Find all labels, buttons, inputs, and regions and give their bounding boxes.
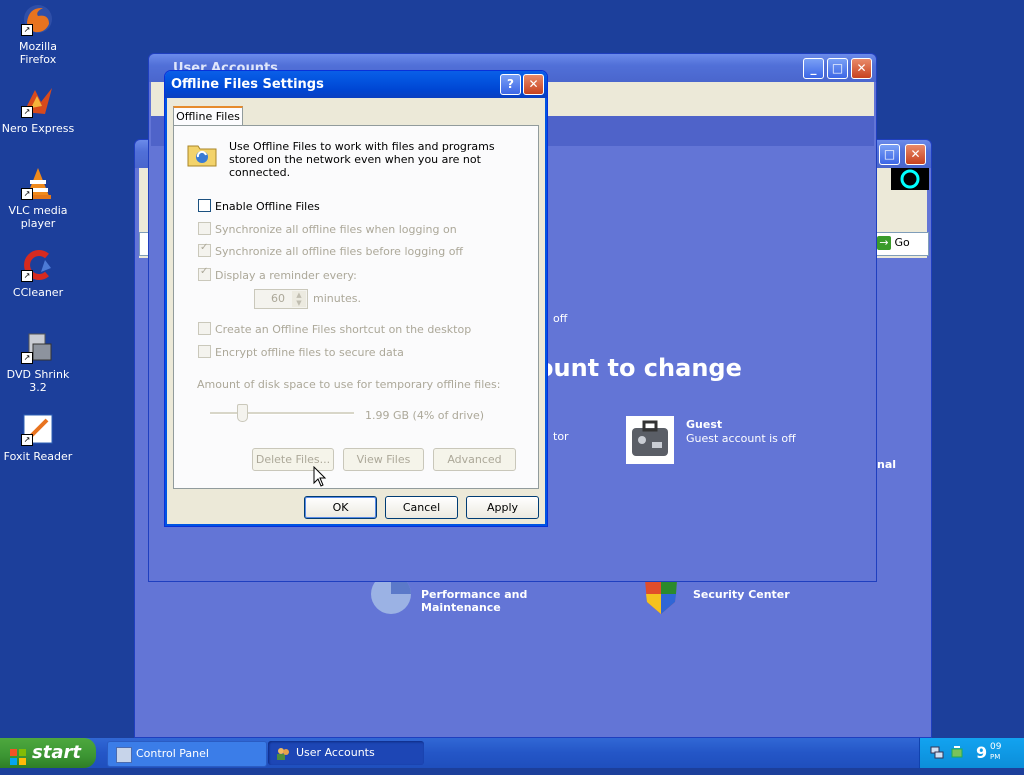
checkbox-label: Enable Offline Files	[215, 200, 320, 213]
checkbox-label: Encrypt offline files to secure data	[215, 346, 404, 359]
maximize-button[interactable]: □	[879, 144, 900, 165]
guest-account-tile[interactable]: Guest Guest account is off	[626, 416, 866, 466]
sync-logon-checkbox[interactable]: Synchronize all offline files when loggi…	[198, 222, 457, 236]
nero-icon: ↗	[21, 84, 55, 118]
reminder-minutes-spinner[interactable]: 60 ▲ ▼	[254, 289, 308, 309]
advanced-button[interactable]: Advanced	[433, 448, 516, 471]
dialog-titlebar[interactable]: Offline Files Settings	[165, 71, 547, 98]
desktop-icon-label: VLC media player	[8, 204, 68, 230]
desktop-icon-firefox[interactable]: ↗ Mozilla Firefox	[0, 2, 76, 66]
network-icon[interactable]	[930, 745, 944, 759]
desktop-icon-foxit[interactable]: ↗ Foxit Reader	[0, 412, 76, 463]
close-button[interactable]: ✕	[905, 144, 926, 165]
desktop-icon-label: Nero Express	[1, 122, 75, 135]
clock[interactable]: 9 09 PM	[976, 740, 1022, 766]
firefox-icon: ↗	[21, 2, 55, 36]
checkbox-label: Synchronize all offline files before log…	[215, 245, 464, 258]
desktop-icon-dvdshrink[interactable]: ↗ DVD Shrink 3.2	[0, 330, 76, 394]
checkbox-box[interactable]	[198, 199, 211, 212]
help-button[interactable]: ?	[500, 74, 521, 95]
go-arrow-icon: →	[877, 236, 891, 250]
desktop-icon-label: CCleaner	[12, 286, 64, 299]
taskbar-item-user-accounts[interactable]: User Accounts	[268, 741, 424, 765]
start-label: start	[32, 742, 81, 763]
view-files-button[interactable]: View Files	[343, 448, 424, 471]
pick-account-heading: ount to change	[537, 354, 742, 382]
checkbox-label: Create an Offline Files shortcut on the …	[215, 323, 472, 336]
checkbox-box[interactable]	[198, 266, 211, 281]
windows-logo-icon	[10, 745, 26, 765]
control-panel-icon	[116, 747, 132, 763]
dialog-title: Offline Files Settings	[171, 77, 324, 92]
enable-offline-files-checkbox[interactable]: Enable Offline Files	[198, 199, 320, 213]
disk-space-slider[interactable]	[210, 404, 356, 424]
minutes-label: minutes.	[313, 292, 362, 305]
offline-folder-icon	[186, 140, 218, 168]
account-status-fragment: off	[553, 312, 568, 325]
taskbar-item-control-panel[interactable]: Control Panel	[107, 741, 267, 767]
guest-suitcase-icon	[626, 416, 674, 464]
intro-text: Use Offline Files to work with files and…	[229, 140, 495, 179]
clock-ampm: PM	[990, 753, 1001, 761]
checkbox-label: Synchronize all offline files when loggi…	[215, 223, 457, 236]
clock-hour: 9	[976, 743, 988, 762]
category-security[interactable]: Security Center	[643, 574, 843, 616]
desktop-icon-nero[interactable]: ↗ Nero Express	[0, 84, 76, 135]
disk-space-value: 1.99 GB (4% of drive)	[365, 409, 485, 422]
system-tray: 9 09 PM	[919, 738, 1024, 768]
minimize-button[interactable]: _	[803, 58, 824, 79]
sync-logoff-checkbox[interactable]: Synchronize all offline files before log…	[198, 242, 464, 258]
safely-remove-icon[interactable]	[950, 745, 964, 759]
desktop-icon-label: Mozilla Firefox	[19, 40, 57, 66]
reminder-checkbox[interactable]: Display a reminder every:	[198, 266, 357, 282]
close-button[interactable]: ✕	[523, 74, 544, 95]
security-label: Security Center	[693, 588, 790, 601]
checkbox-box[interactable]	[198, 242, 211, 257]
reminder-value: 60	[271, 292, 285, 305]
media-icon	[891, 168, 929, 190]
spinner-arrows-icon[interactable]: ▲ ▼	[292, 291, 306, 307]
vlc-cone-icon: ↗	[21, 166, 55, 200]
category-performance[interactable]: Performance and Maintenance	[369, 574, 609, 616]
go-label: Go	[894, 236, 910, 249]
disk-space-label: Amount of disk space to use for temporar…	[197, 378, 501, 391]
mouse-cursor-icon	[313, 465, 327, 491]
guest-status: Guest account is off	[686, 432, 796, 445]
account-type-fragment: nal	[877, 458, 897, 471]
desktop-icon-label: DVD Shrink 3.2	[6, 368, 70, 394]
close-button[interactable]: ✕	[851, 58, 872, 79]
ccleaner-icon: ↗	[21, 248, 55, 282]
start-button[interactable]: start	[0, 738, 96, 768]
slider-track	[210, 412, 354, 415]
foxit-reader-icon: ↗	[21, 412, 55, 446]
user-accounts-icon	[276, 746, 290, 760]
tab-offline-files[interactable]: Offline Files	[173, 106, 243, 127]
dvd-shrink-icon: ↗	[21, 330, 55, 364]
create-shortcut-checkbox[interactable]: Create an Offline Files shortcut on the …	[198, 322, 471, 336]
taskbar-item-label: User Accounts	[296, 746, 375, 759]
cancel-button[interactable]: Cancel	[385, 496, 458, 519]
checkbox-box[interactable]	[198, 322, 211, 335]
checkbox-box[interactable]	[198, 345, 211, 358]
clock-minutes: 09	[990, 742, 1002, 752]
checkbox-box[interactable]	[198, 222, 211, 235]
apply-button[interactable]: Apply	[466, 496, 539, 519]
maximize-button[interactable]: □	[827, 58, 848, 79]
offline-files-settings-dialog[interactable]: Offline Files Settings ? ✕ Offline Files…	[164, 70, 548, 527]
taskbar: start Control Panel User Accounts 9 09 P…	[0, 738, 1024, 768]
desktop-icon-vlc[interactable]: ↗ VLC media player	[0, 166, 76, 230]
encrypt-checkbox[interactable]: Encrypt offline files to secure data	[198, 345, 404, 359]
admin-fragment: tor	[553, 430, 569, 443]
go-button[interactable]: → Go	[877, 233, 925, 253]
slider-thumb[interactable]	[237, 404, 248, 422]
taskbar-item-label: Control Panel	[136, 747, 209, 760]
guest-name: Guest	[686, 418, 723, 431]
offline-files-panel: Use Offline Files to work with files and…	[173, 125, 539, 489]
desktop-icon-ccleaner[interactable]: ↗ CCleaner	[0, 248, 76, 299]
performance-label: Performance and Maintenance	[421, 588, 528, 614]
checkbox-label: Display a reminder every:	[215, 269, 357, 282]
ok-button[interactable]: OK	[304, 496, 377, 519]
desktop-icon-label: Foxit Reader	[3, 450, 73, 463]
